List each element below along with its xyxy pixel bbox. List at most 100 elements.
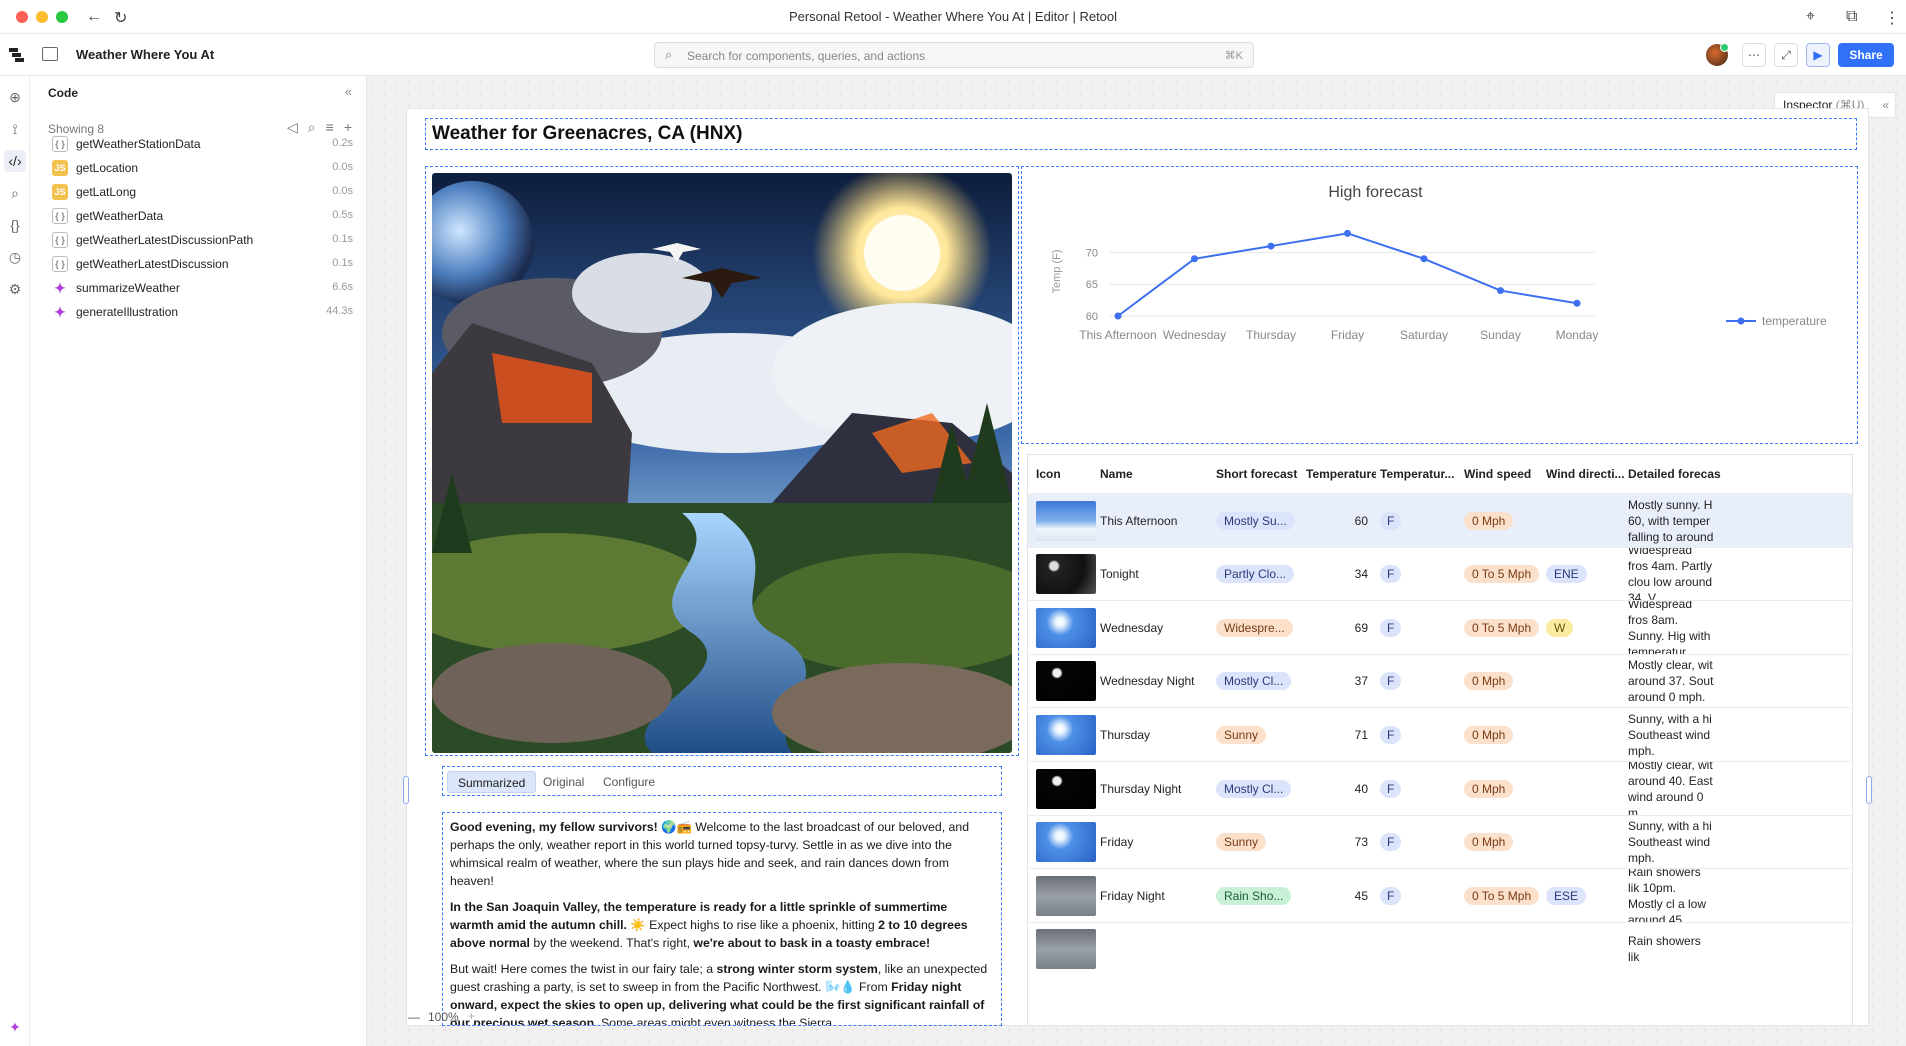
collapse-panel-icon[interactable]: «: [345, 84, 352, 99]
expand-icon[interactable]: ⤢: [1774, 43, 1798, 67]
search-placeholder: Search for components, queries, and acti…: [687, 49, 926, 63]
retool-logo-icon[interactable]: [8, 46, 26, 64]
data-point: [1573, 299, 1581, 307]
code-icon[interactable]: ‹/›: [4, 150, 26, 172]
left-rail: ⊕ ⟟ ‹/› ⌕ {} ◷ ⚙ ✦: [0, 76, 30, 1046]
query-item[interactable]: { } getWeatherData 0.5s: [48, 204, 353, 228]
table-cell: [1464, 923, 1544, 976]
detailed-forecast: Widespread fros 8am. Sunny. Hig with tem…: [1628, 601, 1711, 655]
table-row[interactable]: Thursday Night Mostly Cl... 40 F 0 Mph Mostly…: [1028, 761, 1852, 815]
inspector-collapse-icon[interactable]: «: [1882, 93, 1889, 117]
x-tick-label: Thursday: [1246, 328, 1296, 342]
wind-speed-tag: 0 Mph: [1464, 833, 1514, 852]
extension-icon[interactable]: ⧉: [1846, 8, 1857, 26]
weather-illustration: [432, 173, 1012, 753]
table-cell: Sunny, with a hi Southeast wind mph.: [1628, 708, 1714, 761]
forecast-name: Tonight: [1100, 567, 1139, 582]
table-cell: 0 Mph: [1464, 494, 1544, 547]
zoom-in-button[interactable]: +: [468, 1009, 475, 1023]
table-cell: [1036, 708, 1096, 761]
high-forecast-chart-container[interactable]: High forecast 60 65 70 Temp (F) This Afternoo…: [1021, 166, 1858, 444]
query-item[interactable]: ✦ summarizeWeather 6.6s: [48, 276, 353, 300]
preview-play-button[interactable]: ▶: [1806, 43, 1830, 67]
data-point: [1267, 242, 1275, 250]
wind-speed-tag: 0 Mph: [1464, 725, 1514, 744]
sidebar-toggle-icon[interactable]: [42, 47, 58, 61]
table-cell: [1546, 923, 1626, 976]
table-cell: 73: [1306, 816, 1376, 869]
right-resize-handle[interactable]: [1866, 776, 1872, 804]
column-header[interactable]: Temperatur...: [1380, 455, 1460, 493]
table-cell: Rain showers lik: [1628, 923, 1714, 976]
table-row[interactable]: Tonight Partly Clo... 34 F 0 To 5 Mph ENE Wide…: [1028, 546, 1852, 601]
zoom-out-button[interactable]: —: [408, 1010, 420, 1024]
query-item[interactable]: { } getWeatherStationData 0.2s: [48, 132, 353, 156]
settings-gear-icon[interactable]: ⚙: [4, 278, 26, 300]
column-header[interactable]: Wind directi...: [1546, 455, 1626, 493]
search-rail-icon[interactable]: ⌕: [4, 182, 26, 204]
column-header[interactable]: Icon: [1036, 455, 1096, 493]
temperature-value: 45: [1354, 888, 1368, 903]
query-item[interactable]: { } getWeatherLatestDiscussion 0.1s: [48, 252, 353, 276]
left-resize-handle[interactable]: [403, 776, 409, 804]
more-vertical-icon[interactable]: ⋮: [1884, 8, 1900, 28]
table-row[interactable]: Thursday Sunny 71 F 0 Mph Sunny, with a hi So…: [1028, 707, 1852, 761]
column-header[interactable]: Short forecast: [1216, 455, 1304, 493]
column-header[interactable]: Detailed forecas: [1628, 455, 1852, 493]
query-item[interactable]: ✦ generateIllustration 44.3s: [48, 300, 353, 324]
wind-speed-tag: 0 Mph: [1464, 672, 1514, 691]
table-cell: Mostly clear, wit around 40. East wind a…: [1628, 762, 1714, 815]
search-input[interactable]: ⌕ Search for components, queries, and ac…: [654, 42, 1254, 68]
table-cell: [1036, 601, 1096, 654]
workflow-icon[interactable]: ⟟: [4, 118, 26, 140]
wind-direction-tag: ESE: [1546, 886, 1587, 905]
avatar[interactable]: [1706, 43, 1729, 66]
table-cell: [1380, 923, 1460, 976]
wind-speed-tag: 0 To 5 Mph: [1464, 886, 1540, 905]
page-heading-container[interactable]: Weather for Greenacres, CA (HNX): [425, 118, 1857, 150]
table-row[interactable]: Friday Sunny 73 F 0 Mph Sunny, with a hi Sout…: [1028, 814, 1852, 869]
series-line: [1117, 232, 1578, 317]
more-options-button[interactable]: ⋯: [1742, 43, 1766, 67]
table-cell: Widespread fros 8am. Sunny. Hig with tem…: [1628, 601, 1714, 654]
table-row[interactable]: Wednesday Widespre... 69 F 0 To 5 Mph W Widesp…: [1028, 600, 1852, 654]
table-cell: [1036, 762, 1096, 815]
night-clear-weather-icon: [1036, 768, 1096, 809]
column-header[interactable]: Temperature: [1306, 455, 1376, 493]
table-cell: 34: [1306, 548, 1376, 601]
table-row[interactable]: Friday Night Rain Sho... 45 F 0 To 5 Mph ESE R…: [1028, 868, 1852, 923]
tab-original[interactable]: Original: [533, 771, 594, 793]
temperature-unit-tag: F: [1380, 886, 1402, 905]
query-runtime: 0.5s: [332, 209, 353, 221]
add-component-icon[interactable]: ⊕: [4, 86, 26, 108]
ai-sparkle-icon[interactable]: ✦: [4, 1016, 26, 1038]
query-item[interactable]: JS getLocation 0.0s: [48, 156, 353, 180]
detailed-forecast: Mostly clear, wit around 37. Sout around…: [1628, 658, 1714, 705]
query-item[interactable]: JS getLatLong 0.0s: [48, 180, 353, 204]
share-button[interactable]: Share: [1838, 43, 1894, 67]
tab-configure[interactable]: Configure: [593, 771, 665, 793]
table-cell: Wednesday: [1100, 601, 1212, 654]
location-pin-icon[interactable]: ⌖: [1806, 8, 1815, 26]
table-row[interactable]: Wednesday Night Mostly Cl... 37 F 0 Mph Mostl…: [1028, 653, 1852, 708]
table-cell: [1100, 923, 1212, 976]
data-point: [1497, 287, 1504, 295]
column-header[interactable]: Wind speed: [1464, 455, 1544, 493]
table-row[interactable]: This Afternoon Mostly Su... 60 F 0 Mph Mostly…: [1028, 493, 1852, 547]
summary-p2-text2: by the weekend. That's right,: [529, 936, 694, 950]
column-header[interactable]: Name: [1100, 455, 1212, 493]
query-item[interactable]: { } getWeatherLatestDiscussionPath 0.1s: [48, 228, 353, 252]
table-row[interactable]: Rain showers lik: [1028, 921, 1852, 976]
table-cell: F: [1380, 816, 1460, 869]
illustration-container[interactable]: [425, 166, 1019, 756]
history-icon[interactable]: ◷: [4, 246, 26, 268]
state-braces-icon[interactable]: {}: [4, 214, 26, 236]
table-cell: 0 To 5 Mph: [1464, 601, 1544, 654]
detailed-forecast: Rain showers lik: [1628, 934, 1701, 965]
detailed-forecast: Rain showers lik 10pm. Mostly cl a low a…: [1628, 869, 1707, 923]
summary-p3-text3: Some areas might even witness the Sierra: [597, 1016, 833, 1026]
tab-summarized[interactable]: Summarized: [447, 771, 537, 793]
table-cell: Sunny: [1216, 708, 1304, 761]
query-name: getWeatherStationData: [76, 137, 201, 151]
table-cell: Friday: [1100, 816, 1212, 869]
